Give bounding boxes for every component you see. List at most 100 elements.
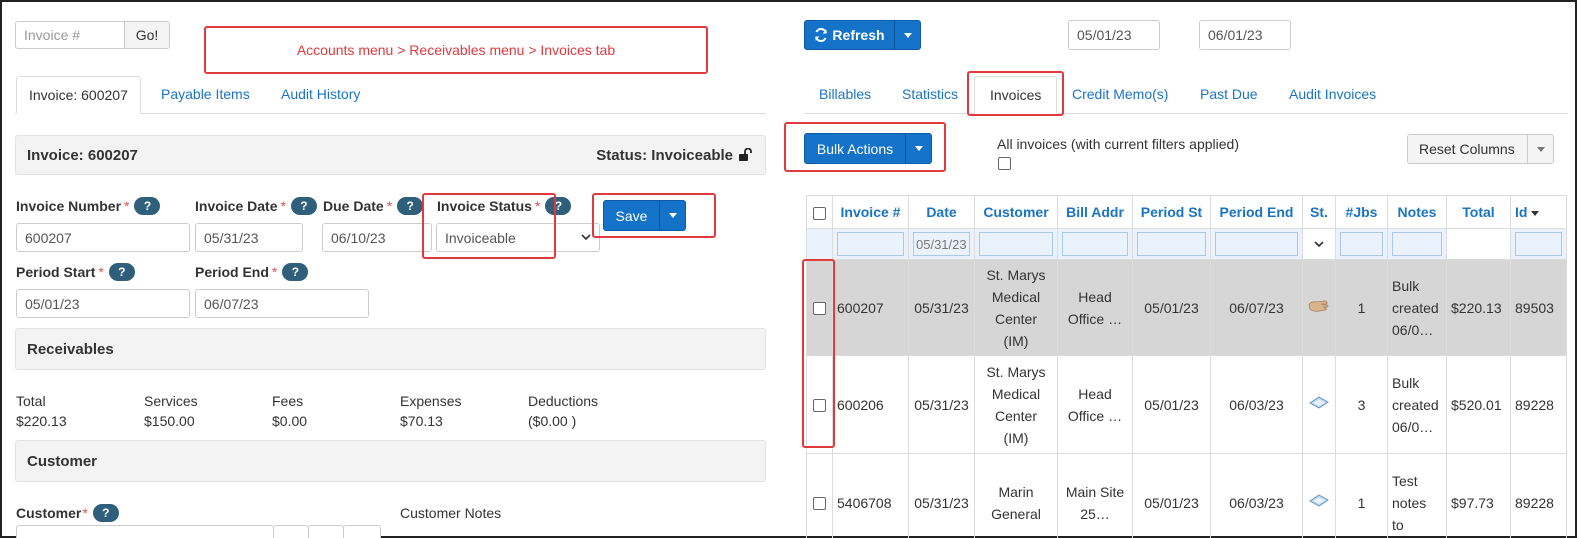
date-cell: 05/31/23 [908, 453, 975, 538]
filter-input[interactable] [1515, 232, 1562, 256]
invoice-date-input[interactable]: 05/31/23 [195, 223, 303, 252]
column-header[interactable]: #Jbs [1335, 195, 1388, 229]
invoice-search-input[interactable]: Invoice # [15, 21, 125, 49]
fees-value: $0.00 [272, 413, 308, 429]
refresh-split-button[interactable]: Refresh [804, 20, 921, 50]
column-header-id[interactable]: Id [1510, 195, 1567, 229]
help-icon[interactable]: ? [108, 263, 135, 281]
unlock-icon [739, 148, 752, 161]
period-start-cell: 05/01/23 [1132, 453, 1211, 538]
go-button[interactable]: Go! [124, 21, 170, 49]
invoice-number-cell[interactable]: 600207 [832, 259, 909, 356]
invoice-number-cell[interactable]: 600206 [832, 355, 909, 454]
filter-input-date[interactable]: 05/31/23 [913, 232, 970, 256]
services-value: $150.00 [144, 413, 195, 429]
customer-addon-1[interactable] [273, 525, 309, 538]
due-date-input[interactable]: 06/10/23 [322, 223, 432, 252]
table-header-row: Invoice # Date Customer Bill Addr Period… [806, 195, 1567, 229]
total-cell: $220.13 [1446, 259, 1511, 356]
right-tabs-divider [804, 113, 1568, 114]
total-cell: $97.73 [1446, 453, 1511, 538]
select-all-checkbox[interactable] [813, 206, 826, 220]
filter-status-select[interactable] [1307, 232, 1331, 256]
invoices-table: Invoice # Date Customer Bill Addr Period… [806, 195, 1567, 538]
due-date-label: Due Date * ? [323, 197, 424, 215]
invoice-number-cell[interactable]: 5406708 [832, 453, 909, 538]
column-header[interactable]: Date [908, 195, 975, 229]
save-highlight [592, 193, 716, 238]
refresh-button[interactable]: Refresh [805, 21, 894, 49]
column-header[interactable]: Invoice # [832, 195, 909, 229]
customer-cell: St. Marys Medical Center (IM) [974, 355, 1058, 454]
tab-past-due[interactable]: Past Due [1200, 86, 1258, 102]
row-checkbox[interactable] [813, 497, 826, 511]
id-cell: 89228 [1510, 355, 1567, 454]
help-icon[interactable]: ? [134, 197, 161, 215]
filter-input[interactable] [1062, 232, 1128, 256]
date-from-input[interactable]: 05/01/23 [1068, 20, 1160, 50]
notes-cell: Bulk created 06/0… [1387, 355, 1447, 454]
period-start-label: Period Start * ? [16, 263, 135, 281]
column-header[interactable]: St. [1302, 195, 1336, 229]
period-start-input[interactable]: 05/01/23 [16, 289, 190, 318]
select-all-header[interactable] [806, 195, 833, 229]
table-row[interactable]: 5406708 05/31/23 Marin General Main Site 2… [806, 453, 1567, 538]
refresh-dropdown-toggle[interactable] [894, 21, 920, 49]
chevron-down-icon [581, 234, 591, 241]
help-icon[interactable]: ? [397, 197, 424, 215]
period-end-input[interactable]: 06/07/23 [195, 289, 369, 318]
filter-input[interactable] [979, 232, 1053, 256]
chevron-down-icon [1314, 240, 1324, 247]
period-start-cell: 05/01/23 [1132, 355, 1211, 454]
help-icon[interactable]: ? [92, 504, 119, 522]
customer-addon-2[interactable] [308, 525, 344, 538]
period-end-cell: 06/03/23 [1210, 453, 1303, 538]
tab-billables[interactable]: Billables [819, 86, 871, 102]
column-header[interactable]: Period End [1210, 195, 1303, 229]
tab-invoice-details[interactable]: Invoice: 600207 [16, 76, 141, 114]
bill-addr-cell: Head Office … [1057, 259, 1133, 356]
help-icon[interactable]: ? [282, 263, 309, 281]
column-header[interactable]: Notes [1387, 195, 1447, 229]
expenses-label: Expenses [400, 393, 462, 409]
column-header[interactable]: Period St [1132, 195, 1211, 229]
date-to-input[interactable]: 06/01/23 [1199, 20, 1291, 50]
period-start-cell: 05/01/23 [1132, 259, 1211, 356]
notes-cell: Test notes to [1387, 453, 1447, 538]
jobs-cell: 1 [1335, 259, 1388, 356]
all-invoices-checkbox[interactable] [998, 157, 1011, 170]
filter-input[interactable] [1215, 232, 1298, 256]
bulk-actions-highlight [784, 122, 946, 172]
filter-input[interactable] [837, 232, 904, 256]
tab-audit-history[interactable]: Audit History [281, 86, 360, 102]
row-checkbox-highlight [802, 259, 835, 448]
table-row[interactable]: 600207 05/31/23 St. Marys Medical Center (I… [806, 259, 1567, 356]
deductions-label: Deductions [528, 393, 599, 409]
customer-addon-3[interactable] [343, 525, 381, 538]
reset-columns-dropdown-toggle[interactable] [1527, 135, 1553, 163]
column-header[interactable]: Bill Addr [1057, 195, 1133, 229]
date-cell: 05/31/23 [908, 259, 975, 356]
caret-down-icon [1536, 146, 1545, 152]
customer-cell: St. Marys Medical Center (IM) [974, 259, 1058, 356]
customer-input[interactable] [16, 525, 274, 538]
filter-input[interactable] [1392, 232, 1442, 256]
table-row[interactable]: 600206 05/31/23 St. Marys Medical Center (I… [806, 355, 1567, 454]
tab-statistics[interactable]: Statistics [902, 86, 958, 102]
tab-payable-items[interactable]: Payable Items [161, 86, 250, 102]
reset-columns-split-button[interactable]: Reset Columns [1407, 134, 1554, 164]
column-header[interactable]: Customer [974, 195, 1058, 229]
invoice-number-input[interactable]: 600207 [16, 223, 190, 252]
reset-columns-button[interactable]: Reset Columns [1408, 141, 1527, 157]
help-icon[interactable]: ? [290, 197, 317, 215]
status-cell [1302, 355, 1336, 454]
column-header[interactable]: Total [1446, 195, 1511, 229]
customer-label: Customer * ? [16, 504, 119, 522]
jobs-cell: 3 [1335, 355, 1388, 454]
filter-input[interactable] [1137, 232, 1206, 256]
tab-audit-invoices[interactable]: Audit Invoices [1289, 86, 1376, 102]
filter-input[interactable] [1340, 232, 1383, 256]
period-end-cell: 06/03/23 [1210, 355, 1303, 454]
tab-credit-memos[interactable]: Credit Memo(s) [1072, 86, 1168, 102]
fees-label: Fees [272, 393, 304, 409]
